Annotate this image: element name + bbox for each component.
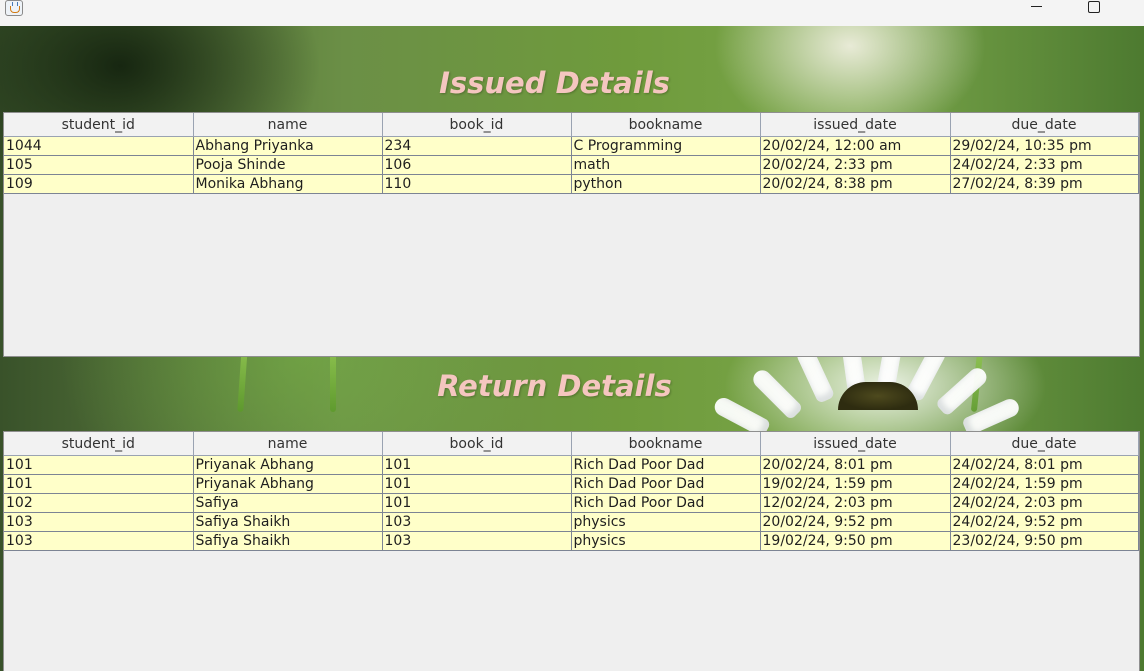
cell-book-id[interactable]: 234 xyxy=(381,136,572,156)
cell-name[interactable]: Priyanak Abhang xyxy=(192,474,383,494)
cell-due-date[interactable]: 24/02/24, 8:01 pm xyxy=(949,455,1139,475)
column-header-issued-date[interactable]: issued_date xyxy=(759,113,951,137)
issued-table-header: student_id name book_id bookname issued_date… xyxy=(4,113,1139,137)
cell-bookname[interactable]: python xyxy=(570,174,761,194)
maximize-icon[interactable] xyxy=(1084,0,1104,14)
cell-due-date[interactable]: 24/02/24, 1:59 pm xyxy=(949,474,1139,494)
cell-book-id[interactable]: 106 xyxy=(381,155,572,175)
cell-name[interactable]: Safiya Shaikh xyxy=(192,531,383,551)
column-header-due-date[interactable]: due_date xyxy=(949,432,1139,456)
cell-student-id[interactable]: 101 xyxy=(4,474,194,494)
column-header-bookname[interactable]: bookname xyxy=(570,113,761,137)
column-header-book-id[interactable]: book_id xyxy=(381,113,572,137)
cell-issued-date[interactable]: 20/02/24, 9:52 pm xyxy=(759,512,951,532)
cell-name[interactable]: Safiya xyxy=(192,493,383,513)
minimize-icon[interactable] xyxy=(1027,0,1047,14)
java-cup-icon[interactable] xyxy=(5,0,23,16)
table-row[interactable]: 103 Safiya Shaikh 103 physics 19/02/24, 9:50… xyxy=(4,531,1139,551)
cell-name[interactable]: Pooja Shinde xyxy=(192,155,383,175)
cell-due-date[interactable]: 23/02/24, 9:50 pm xyxy=(949,531,1139,551)
column-header-book-id[interactable]: book_id xyxy=(381,432,572,456)
table-row[interactable]: 1044 Abhang Priyanka 234 C Programming 20/02… xyxy=(4,136,1139,156)
cell-student-id[interactable]: 109 xyxy=(4,174,194,194)
cell-due-date[interactable]: 24/02/24, 2:33 pm xyxy=(949,155,1139,175)
issued-details-title: Issued Details xyxy=(439,66,670,100)
column-header-name[interactable]: name xyxy=(192,432,383,456)
return-table-panel[interactable]: student_id name book_id bookname issued_date… xyxy=(3,431,1140,671)
column-header-bookname[interactable]: bookname xyxy=(570,432,761,456)
cell-book-id[interactable]: 110 xyxy=(381,174,572,194)
cell-bookname[interactable]: physics xyxy=(570,512,761,532)
cell-due-date[interactable]: 24/02/24, 2:03 pm xyxy=(949,493,1139,513)
cell-name[interactable]: Priyanak Abhang xyxy=(192,455,383,475)
cell-book-id[interactable]: 101 xyxy=(381,474,572,494)
cell-student-id[interactable]: 102 xyxy=(4,493,194,513)
cell-bookname[interactable]: Rich Dad Poor Dad xyxy=(570,474,761,494)
cell-student-id[interactable]: 103 xyxy=(4,531,194,551)
table-row[interactable]: 101 Priyanak Abhang 101 Rich Dad Poor Dad 20… xyxy=(4,455,1139,475)
cell-issued-date[interactable]: 20/02/24, 8:38 pm xyxy=(759,174,951,194)
cell-bookname[interactable]: C Programming xyxy=(570,136,761,156)
cell-issued-date[interactable]: 12/02/24, 2:03 pm xyxy=(759,493,951,513)
return-details-title: Return Details xyxy=(437,369,672,403)
cell-book-id[interactable]: 101 xyxy=(381,493,572,513)
cell-issued-date[interactable]: 20/02/24, 12:00 am xyxy=(759,136,951,156)
return-table[interactable]: student_id name book_id bookname issued_date… xyxy=(4,432,1139,551)
background-panel: Issued Details student_id name book_id book… xyxy=(0,26,1144,671)
issued-table-panel[interactable]: student_id name book_id bookname issued_date… xyxy=(3,112,1140,357)
table-row[interactable]: 103 Safiya Shaikh 103 physics 20/02/24, 9:52… xyxy=(4,512,1139,532)
cell-issued-date[interactable]: 19/02/24, 9:50 pm xyxy=(759,531,951,551)
cell-due-date[interactable]: 24/02/24, 9:52 pm xyxy=(949,512,1139,532)
cell-name[interactable]: Safiya Shaikh xyxy=(192,512,383,532)
cell-student-id[interactable]: 103 xyxy=(4,512,194,532)
cell-bookname[interactable]: Rich Dad Poor Dad xyxy=(570,455,761,475)
cell-bookname[interactable]: Rich Dad Poor Dad xyxy=(570,493,761,513)
cell-book-id[interactable]: 101 xyxy=(381,455,572,475)
cell-issued-date[interactable]: 20/02/24, 8:01 pm xyxy=(759,455,951,475)
cell-book-id[interactable]: 103 xyxy=(381,512,572,532)
table-row[interactable]: 101 Priyanak Abhang 101 Rich Dad Poor Dad 19… xyxy=(4,474,1139,494)
column-header-issued-date[interactable]: issued_date xyxy=(759,432,951,456)
cell-book-id[interactable]: 103 xyxy=(381,531,572,551)
column-header-student-id[interactable]: student_id xyxy=(4,432,194,456)
cell-issued-date[interactable]: 20/02/24, 2:33 pm xyxy=(759,155,951,175)
table-row[interactable]: 109 Monika Abhang 110 python 20/02/24, 8:38 … xyxy=(4,174,1139,194)
cell-student-id[interactable]: 105 xyxy=(4,155,194,175)
window-titlebar xyxy=(0,0,1144,26)
cell-due-date[interactable]: 29/02/24, 10:35 pm xyxy=(949,136,1139,156)
issued-table[interactable]: student_id name book_id bookname issued_date… xyxy=(4,113,1139,194)
return-table-header: student_id name book_id bookname issued_date… xyxy=(4,432,1139,456)
table-row[interactable]: 105 Pooja Shinde 106 math 20/02/24, 2:33 pm 2… xyxy=(4,155,1139,175)
cell-student-id[interactable]: 101 xyxy=(4,455,194,475)
column-header-name[interactable]: name xyxy=(192,113,383,137)
cell-bookname[interactable]: math xyxy=(570,155,761,175)
table-row[interactable]: 102 Safiya 101 Rich Dad Poor Dad 12/02/24, 2… xyxy=(4,493,1139,513)
column-header-student-id[interactable]: student_id xyxy=(4,113,194,137)
cell-student-id[interactable]: 1044 xyxy=(4,136,194,156)
column-header-due-date[interactable]: due_date xyxy=(949,113,1139,137)
cell-issued-date[interactable]: 19/02/24, 1:59 pm xyxy=(759,474,951,494)
cell-name[interactable]: Monika Abhang xyxy=(192,174,383,194)
cell-due-date[interactable]: 27/02/24, 8:39 pm xyxy=(949,174,1139,194)
cell-name[interactable]: Abhang Priyanka xyxy=(192,136,383,156)
cell-bookname[interactable]: physics xyxy=(570,531,761,551)
